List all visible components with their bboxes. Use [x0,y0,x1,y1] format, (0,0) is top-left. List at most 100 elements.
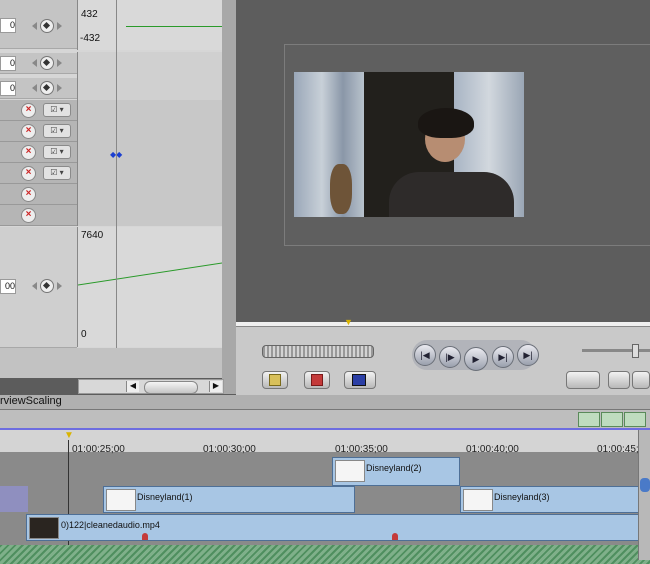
remove-filter-icon[interactable]: × [21,187,36,202]
param-row-bottom: 00 [0,227,77,348]
filter-row-1: × ☑ ▾ [0,100,77,121]
clip-overlays-toggle[interactable] [624,412,646,427]
clip-thumbnail [335,460,365,482]
scroll-right-icon[interactable]: ▶ [209,381,222,392]
prev-keyframe-icon[interactable] [32,84,37,92]
next-keyframe-icon[interactable] [57,22,62,30]
param-value-field[interactable]: 0 [0,81,16,96]
filter-enable-toggle[interactable]: ☑ ▾ [43,145,71,159]
remove-filter-icon[interactable]: × [21,124,36,139]
keyframe-curve [78,262,222,286]
param-value-field[interactable]: 0 [0,18,16,33]
keyframe-graph-2[interactable] [77,52,222,102]
play-around-button[interactable]: ▶| [492,346,514,368]
prev-keyframe-icon[interactable] [32,22,37,30]
video-frame-image [294,72,524,217]
play-in-to-out-button[interactable]: |▶ [439,346,461,368]
add-keyframe-icon[interactable] [40,56,54,70]
shuttle-control[interactable] [262,345,374,358]
graph-min-label: -432 [80,33,101,44]
timeline-vertical-scrollbar[interactable] [638,430,650,560]
go-to-end-button[interactable]: ▶| [517,344,539,366]
jog-slider[interactable] [582,344,650,358]
graph-max-label: 432 [81,9,98,20]
panel-divider[interactable] [222,0,236,394]
remove-filter-icon[interactable]: × [21,208,36,223]
guitar [330,164,352,214]
keyframe-navigator[interactable] [32,18,62,34]
filter-row-2: × ☑ ▾ [0,121,77,142]
sequence-tab[interactable]: rviewScaling [0,395,62,407]
filter-row-5: × [0,184,77,205]
graph-playhead[interactable] [116,0,117,348]
scroll-thumb[interactable] [640,478,650,492]
clip-marker[interactable] [142,533,148,540]
scroll-thumb[interactable] [144,381,198,394]
linking-toggle[interactable] [601,412,623,427]
ruler-tick-label: 01:00:25;00 [72,444,125,455]
filter-enable-toggle[interactable]: ☑ ▾ [43,166,71,180]
prev-keyframe-icon[interactable] [32,59,37,67]
clip-v2a[interactable]: Disneyland(1) [103,486,355,513]
add-keyframe-button[interactable] [632,371,650,389]
clip-name: Disneyland(2) [366,463,422,473]
mark-out-button[interactable] [304,371,330,389]
next-keyframe-icon[interactable] [57,84,62,92]
scroll-left-icon[interactable]: ◀ [126,381,139,392]
left-panel-footer [0,348,222,378]
clip-name: Disneyland(1) [137,492,193,502]
add-keyframe-icon[interactable] [40,81,54,95]
prev-keyframe-icon[interactable] [32,282,37,290]
param-value-field[interactable]: 00 [0,279,16,294]
add-keyframe-icon[interactable] [40,19,54,33]
ruler-tick-label: 01:00:35;00 [335,444,388,455]
ruler-tick-label: 01:00:45; [597,444,639,455]
snapping-toggle[interactable] [578,412,600,427]
curtain-left [294,72,364,217]
remove-filter-icon[interactable]: × [21,103,36,118]
filter-enable-toggle[interactable]: ☑ ▾ [43,124,71,138]
shirt [389,172,514,217]
match-frame-button[interactable] [566,371,600,389]
overwrite-button[interactable] [344,371,376,389]
clip-marker[interactable] [392,533,398,540]
motion-filters-panel: 0 432 -432 0 0 × ☑ ▾ × ☑ ▾ × ☑ ▾ × ☑ ▾ ×… [0,0,222,348]
zoom-scrollbar[interactable]: ◀ ▶ [78,379,224,394]
keyframe-navigator[interactable] [32,278,62,294]
filter-keyframe-area[interactable]: ◆◆ [77,100,222,226]
keyframe-graph-1[interactable]: 432 -432 [77,0,222,50]
param-row-1: 0 [0,0,77,49]
mark-in-button[interactable] [262,371,288,389]
timeline-toolbar [0,410,650,428]
clip-v3[interactable]: Disneyland(2) [332,457,460,486]
clip-v2b[interactable]: Disneyland(3) [460,486,650,513]
param-value-field[interactable]: 0 [0,56,16,71]
play-button[interactable]: ▶ [464,347,488,371]
clip-thumbnail [106,489,136,511]
keyframe-graph-3[interactable]: 7640 0 [77,227,222,347]
filter-row-3: × ☑ ▾ [0,142,77,163]
clip-v2-partial[interactable] [0,486,28,512]
timeline-tab-bar: rviewScaling [0,395,650,410]
remove-filter-icon[interactable]: × [21,166,36,181]
clip-thumbnail [29,517,59,539]
clip-v1[interactable]: 0)122|cleanedaudio.mp4 [26,514,650,541]
jog-thumb[interactable] [632,344,639,358]
audio-track-strip[interactable] [0,545,650,564]
marker-button[interactable] [608,371,630,389]
next-keyframe-icon[interactable] [57,282,62,290]
keyframe-curve [126,26,222,27]
filter-row-6: × [0,205,77,226]
ruler-tick-label: 01:00:40;00 [466,444,519,455]
keyframe-navigator[interactable] [32,55,62,71]
next-keyframe-icon[interactable] [57,59,62,67]
go-to-start-button[interactable]: |◀ [414,344,436,366]
hair [418,108,474,138]
remove-filter-icon[interactable]: × [21,145,36,160]
add-keyframe-icon[interactable] [40,279,54,293]
clip-thumbnail [463,489,493,511]
viewer-transport: |◀ |▶ ▶ ▶| ▶| [236,326,650,395]
filter-enable-toggle[interactable]: ☑ ▾ [43,103,71,117]
clip-name: 0)122|cleanedaudio.mp4 [61,520,160,530]
keyframe-navigator[interactable] [32,80,62,96]
